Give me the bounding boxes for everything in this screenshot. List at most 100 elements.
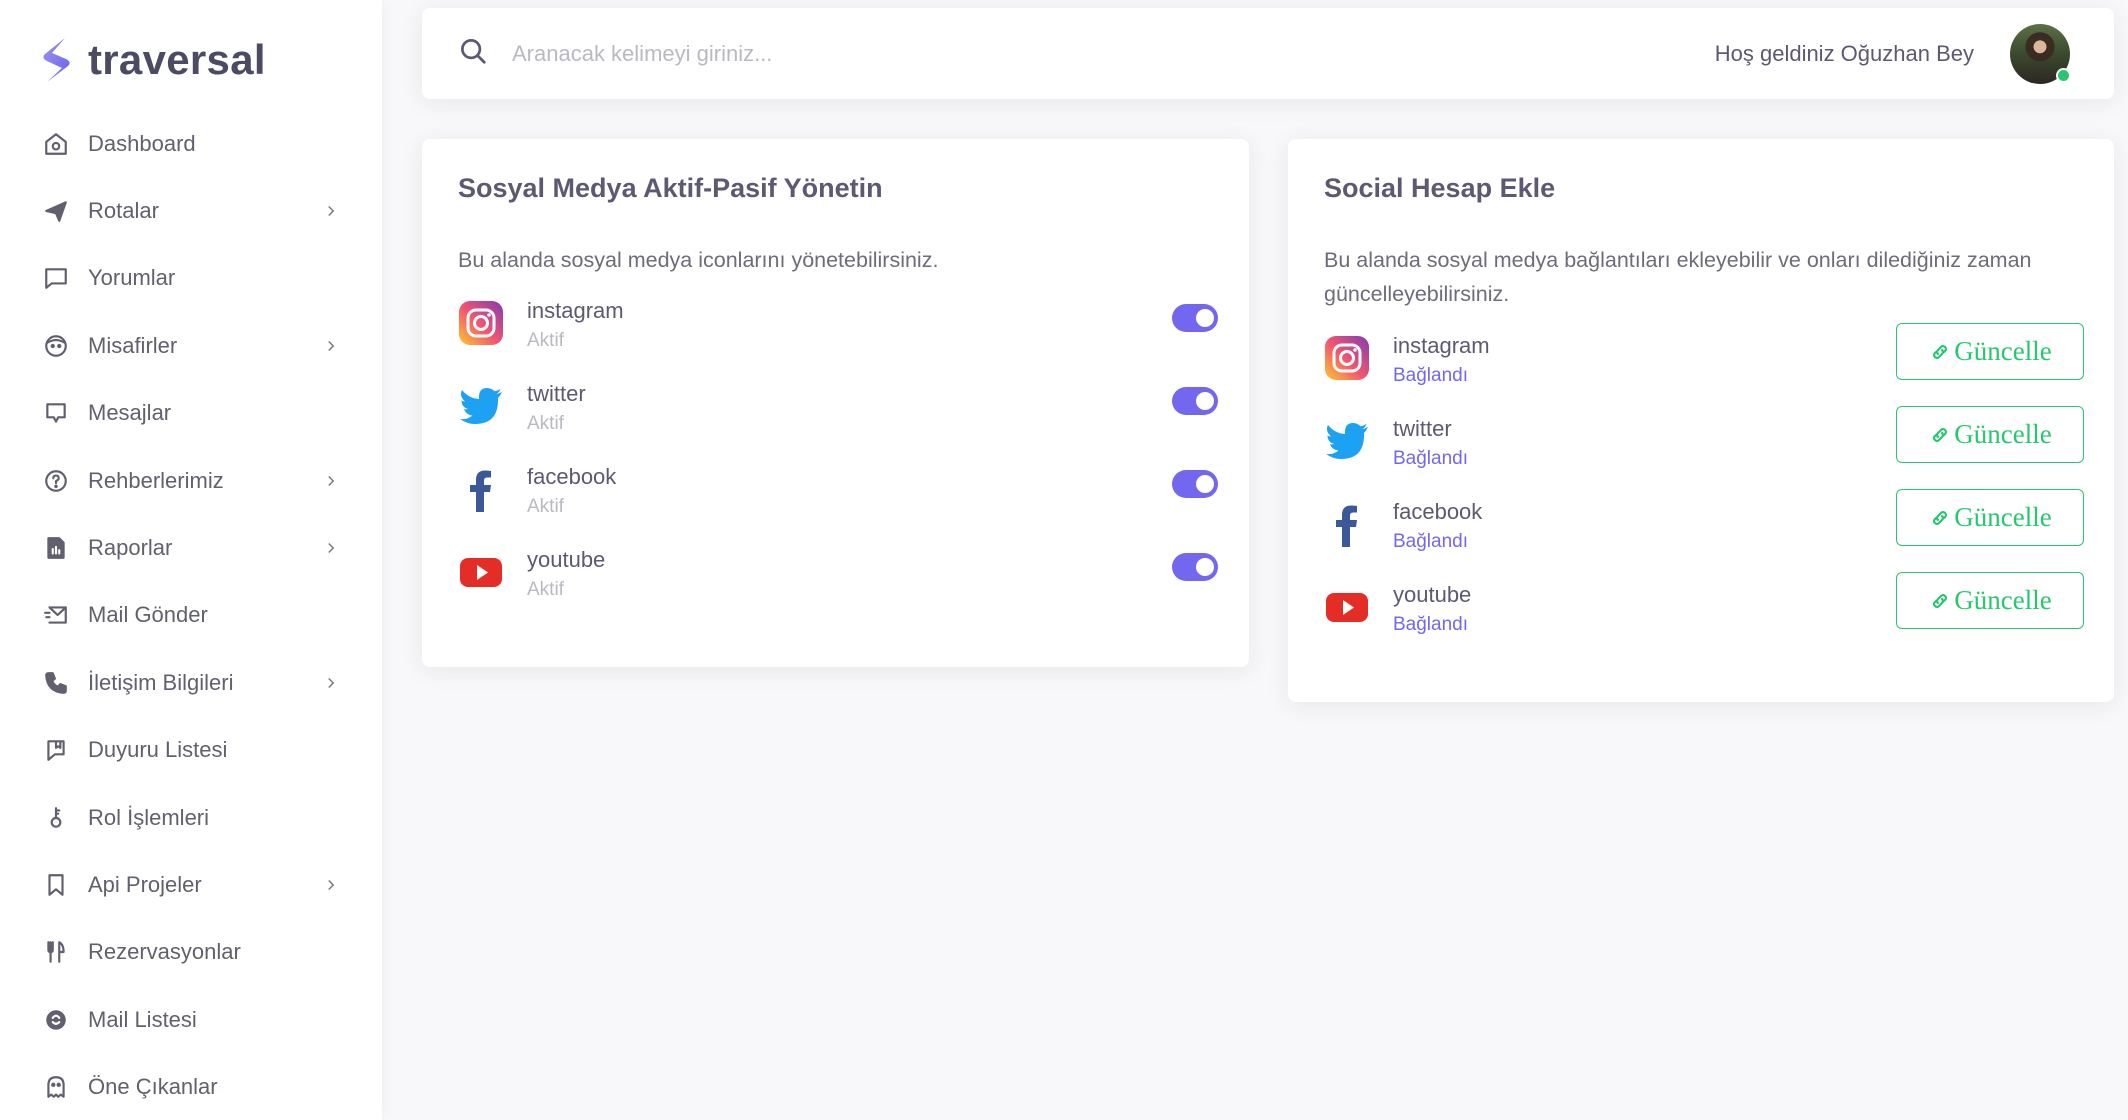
chevron-right-icon <box>322 337 340 355</box>
brand-logo-icon <box>43 38 70 82</box>
brand-name: traversal <box>88 36 266 83</box>
mailchimp-icon <box>42 1006 70 1034</box>
sidebar-item-label: Yorumlar <box>88 265 176 291</box>
sidebar-item-yorumlar[interactable]: Yorumlar <box>0 245 382 312</box>
card-title: Sosyal Medya Aktif-Pasif Yönetin <box>458 173 883 203</box>
sidebar-item-label: Mesajlar <box>88 400 172 426</box>
search-input[interactable] <box>512 40 1112 67</box>
toggle-knob <box>1196 392 1214 410</box>
chevron-right-icon <box>322 472 340 490</box>
social-name: twitter <box>527 381 586 406</box>
chevron-right-icon <box>322 202 340 220</box>
social-status: Bağlandı <box>1393 365 1469 386</box>
sidebar-item-misafirler[interactable]: Misafirler <box>0 312 382 379</box>
toggle-knob <box>1196 475 1214 493</box>
card-description: Bu alanda sosyal medya iconlarını yönete… <box>458 248 939 272</box>
sidebar-item-raporlar[interactable]: Raporlar <box>0 514 382 581</box>
home-icon <box>42 130 70 158</box>
face-icon <box>42 332 70 360</box>
toggle-knob <box>1196 309 1214 327</box>
sidebar-item-rehberlerimiz[interactable]: Rehberlerimiz <box>0 447 382 514</box>
sidebar: traversal Dashboard Rotalar Yorumlar Mis… <box>0 0 382 1120</box>
youtube-icon <box>460 558 502 587</box>
social-accounts-card: Social Hesap Ekle Bu alanda sosyal medya… <box>1288 139 2114 702</box>
bookmark-icon <box>42 871 70 899</box>
link-icon <box>1933 427 1948 442</box>
sidebar-item-api-projeler[interactable]: Api Projeler <box>0 851 382 918</box>
social-account-row-youtube: youtube Bağlandı Güncelle <box>1324 572 2084 644</box>
social-status: Aktif <box>527 496 564 517</box>
social-name: facebook <box>1393 499 1483 524</box>
sidebar-item-label: Mail Listesi <box>88 1006 197 1032</box>
instagram-toggle[interactable] <box>1172 304 1218 332</box>
message-square-icon <box>42 399 70 427</box>
welcome-text: Hoş geldiniz Oğuzhan Bey <box>1714 40 1974 66</box>
social-status: Aktif <box>527 330 564 351</box>
avatar[interactable] <box>2010 23 2071 84</box>
sidebar-menu: Dashboard Rotalar Yorumlar Misafirler Me… <box>0 110 382 1120</box>
report-icon <box>42 534 70 562</box>
sidebar-item-label: Mail Gönder <box>88 602 208 628</box>
top-navbar: Hoş geldiniz Oğuzhan Bey <box>422 8 2114 99</box>
mail-send-icon <box>42 601 70 629</box>
instagram-icon <box>1325 336 1369 380</box>
phone-icon <box>42 669 70 697</box>
search-icon[interactable] <box>458 36 488 71</box>
sidebar-item-label: Rehberlerimiz <box>88 467 224 493</box>
facebook-toggle[interactable] <box>1172 470 1218 498</box>
sidebar-item-one-cikanlar[interactable]: Öne Çıkanlar <box>0 1053 382 1120</box>
sidebar-item-rotalar[interactable]: Rotalar <box>0 177 382 244</box>
sidebar-item-rezervasyonlar[interactable]: Rezervasyonlar <box>0 919 382 986</box>
social-account-row-facebook: facebook Bağlandı Güncelle <box>1324 489 2084 561</box>
sidebar-item-label: Misafirler <box>88 332 178 358</box>
sidebar-item-label: Dashboard <box>88 130 196 156</box>
restaurant-icon <box>42 938 70 966</box>
social-status: Bağlandı <box>1393 531 1469 552</box>
sidebar-item-mail-gonder[interactable]: Mail Gönder <box>0 582 382 649</box>
card-title: Social Hesap Ekle <box>1324 173 1556 203</box>
comment-icon <box>42 264 70 292</box>
update-instagram-button[interactable]: Güncelle <box>1896 323 2084 380</box>
sidebar-item-label: İletişim Bilgileri <box>88 669 234 695</box>
sidebar-item-label: Rezervasyonlar <box>88 939 241 965</box>
social-name: twitter <box>1393 416 1452 441</box>
role-key-icon <box>42 804 70 832</box>
toggle-knob <box>1196 558 1214 576</box>
sidebar-item-label: Öne Çıkanlar <box>88 1074 218 1100</box>
sidebar-item-label: Rol İşlemleri <box>88 804 210 830</box>
social-account-row-twitter: twitter Bağlandı Güncelle <box>1324 406 2084 478</box>
social-toggle-row-youtube: youtube Aktif <box>458 547 1218 609</box>
facebook-icon <box>1336 505 1357 547</box>
sidebar-item-label: Rotalar <box>88 198 159 224</box>
sidebar-item-rol-islemleri[interactable]: Rol İşlemleri <box>0 784 382 851</box>
link-icon <box>1933 593 1948 608</box>
chevron-right-icon <box>322 674 340 692</box>
social-name: instagram <box>1393 333 1490 358</box>
sidebar-item-label: Raporlar <box>88 535 173 561</box>
card-description: Bu alanda sosyal medya bağlantıları ekle… <box>1324 248 2032 306</box>
social-name: youtube <box>1393 582 1472 607</box>
youtube-toggle[interactable] <box>1172 553 1218 581</box>
sidebar-item-dashboard[interactable]: Dashboard <box>0 110 382 177</box>
update-button-label: Güncelle <box>1954 585 2052 615</box>
twitter-toggle[interactable] <box>1172 387 1218 415</box>
sidebar-item-label: Duyuru Listesi <box>88 737 228 763</box>
announcement-icon <box>42 736 70 764</box>
facebook-icon <box>470 470 491 512</box>
update-youtube-button[interactable]: Güncelle <box>1896 572 2084 629</box>
brand[interactable]: traversal <box>38 32 266 88</box>
update-button-label: Güncelle <box>1954 502 2052 532</box>
help-circle-icon <box>42 467 70 495</box>
update-facebook-button[interactable]: Güncelle <box>1896 489 2084 546</box>
update-twitter-button[interactable]: Güncelle <box>1896 406 2084 463</box>
sidebar-item-mail-listesi[interactable]: Mail Listesi <box>0 986 382 1053</box>
sidebar-item-iletisim-bilgileri[interactable]: İletişim Bilgileri <box>0 649 382 716</box>
instagram-icon <box>459 301 503 345</box>
social-status: Bağlandı <box>1393 448 1469 469</box>
sidebar-item-duyuru-listesi[interactable]: Duyuru Listesi <box>0 717 382 784</box>
online-status-dot <box>2056 67 2071 83</box>
chevron-right-icon <box>322 876 340 894</box>
link-icon <box>1933 510 1948 525</box>
sidebar-item-mesajlar[interactable]: Mesajlar <box>0 380 382 447</box>
social-toggle-card: Sosyal Medya Aktif-Pasif Yönetin Bu alan… <box>422 139 1249 667</box>
